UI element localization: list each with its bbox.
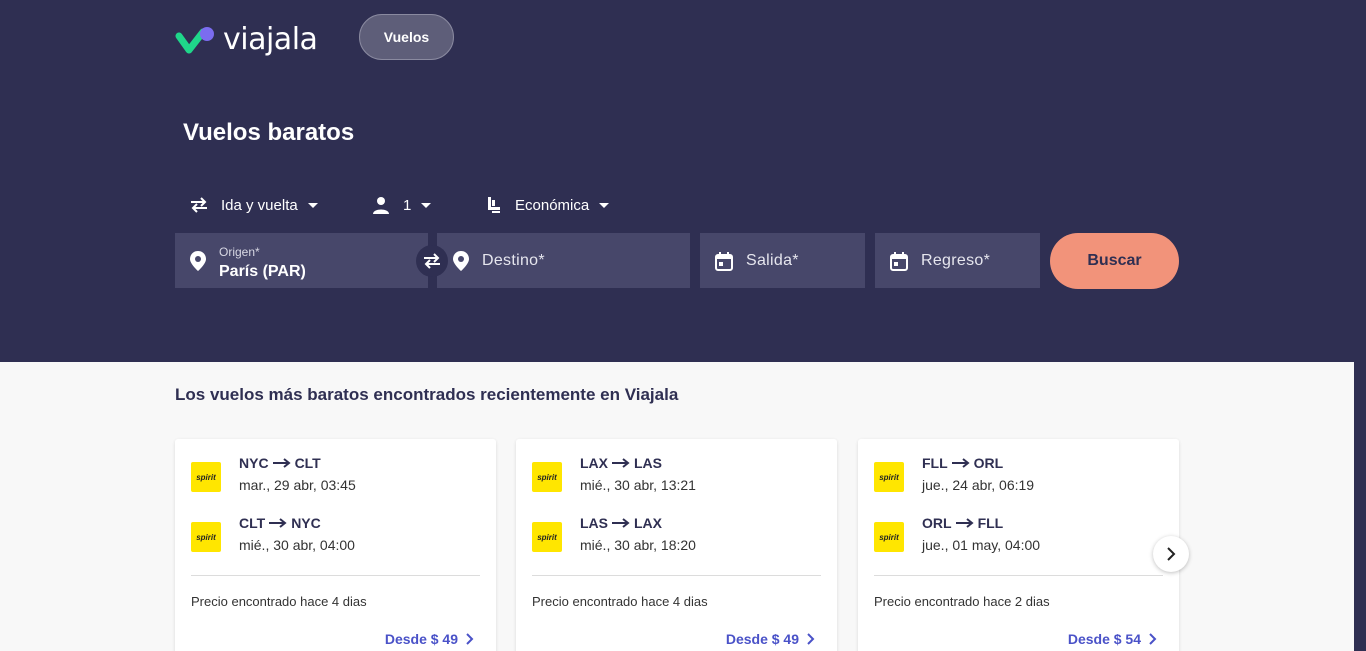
- flight-date: jue., 24 abr, 06:19: [922, 477, 1035, 493]
- deals-section-title: Los vuelos más baratos encontrados recie…: [175, 385, 679, 404]
- price-link[interactable]: Desde $ 49: [726, 631, 815, 647]
- chevron-right-icon: [1149, 633, 1157, 645]
- return-placeholder: Regreso*: [921, 251, 991, 269]
- route-origin: CLT: [239, 515, 266, 531]
- swap-arrows-icon: [424, 253, 440, 269]
- card-divider: [532, 575, 821, 576]
- route: LAX LAS: [580, 455, 696, 471]
- arrow-right-icon: [955, 515, 974, 531]
- flight-date: mié., 30 abr, 18:20: [580, 537, 696, 553]
- brand-logo[interactable]: viajala: [175, 22, 318, 57]
- person-icon: [371, 195, 391, 215]
- deal-card[interactable]: spirit LAX LAS mié., 30 abr, 13:21 spiri…: [516, 439, 837, 651]
- price-link[interactable]: Desde $ 54: [1068, 631, 1157, 647]
- location-pin-icon: [189, 250, 207, 272]
- route: FLL ORL: [922, 455, 1034, 471]
- flight-leg: spirit LAX LAS mié., 30 abr, 13:21: [532, 455, 696, 493]
- page-title: Vuelos baratos: [183, 119, 355, 146]
- route-destination: LAX: [634, 515, 662, 531]
- route: NYC CLT: [239, 455, 356, 471]
- airline-logo: spirit: [532, 522, 562, 552]
- route-destination: ORL: [973, 455, 1004, 471]
- price-value: Desde $ 49: [384, 631, 458, 647]
- price-found-time: Precio encontrado hace 2 dias: [874, 594, 1050, 609]
- swap-arrows-icon: [189, 196, 209, 214]
- cabin-dropdown[interactable]: Económica: [485, 192, 610, 218]
- price-found-time: Precio encontrado hace 4 dias: [532, 594, 708, 609]
- price-found-time: Precio encontrado hace 4 dias: [191, 594, 367, 609]
- flight-date: mié., 30 abr, 04:00: [239, 537, 355, 553]
- route-origin: LAS: [580, 515, 608, 531]
- passengers-count: 1: [403, 196, 412, 214]
- route-destination: CLT: [294, 455, 321, 471]
- arrow-right-icon: [269, 515, 287, 531]
- chevron-down-icon: [307, 202, 318, 208]
- airline-logo: spirit: [874, 462, 904, 492]
- nav-flights-button[interactable]: Vuelos: [359, 14, 454, 60]
- departure-date-field[interactable]: Salida*: [700, 233, 865, 288]
- swap-origin-destination-button[interactable]: [416, 245, 448, 277]
- brand-name: viajala: [223, 22, 318, 57]
- search-button[interactable]: Buscar: [1050, 233, 1179, 289]
- price-link[interactable]: Desde $ 49: [385, 631, 474, 647]
- chevron-right-icon: [807, 633, 815, 645]
- location-pin-icon: [452, 250, 470, 272]
- return-date-field[interactable]: Regreso*: [875, 233, 1040, 288]
- price-value: Desde $ 49: [725, 631, 799, 647]
- arrow-right-icon: [951, 455, 970, 471]
- chevron-down-icon: [599, 202, 610, 208]
- passengers-dropdown[interactable]: 1: [371, 192, 432, 218]
- chevron-right-icon: [1167, 547, 1176, 561]
- flight-date: mar., 29 abr, 03:45: [239, 477, 356, 493]
- calendar-icon: [714, 251, 734, 271]
- trip-type-dropdown[interactable]: Ida y vuelta: [189, 192, 318, 218]
- flight-leg: spirit ORL FLL jue., 01 may, 04:00: [874, 515, 1040, 553]
- cabin-label: Económica: [515, 196, 590, 214]
- flight-date: mié., 30 abr, 13:21: [580, 477, 696, 493]
- airline-logo: spirit: [191, 522, 221, 552]
- carousel-next-button[interactable]: [1153, 536, 1189, 572]
- deal-card[interactable]: spirit FLL ORL jue., 24 abr, 06:19 spiri…: [858, 439, 1179, 651]
- route-origin: FLL: [922, 455, 948, 471]
- card-divider: [191, 575, 480, 576]
- arrow-right-icon: [612, 515, 630, 531]
- destination-placeholder: Destino*: [482, 251, 545, 269]
- airline-logo: spirit: [532, 462, 562, 492]
- route-origin: ORL: [922, 515, 952, 531]
- arrow-right-icon: [272, 455, 291, 471]
- airline-logo: spirit: [874, 522, 904, 552]
- heart-logo-icon: [175, 26, 214, 53]
- flight-date: jue., 01 may, 04:00: [922, 537, 1041, 553]
- route-destination: LAS: [634, 455, 662, 471]
- flight-leg: spirit NYC CLT mar., 29 abr, 03:45: [191, 455, 356, 493]
- airline-logo: spirit: [191, 462, 221, 492]
- search-hero: viajala Vuelos Vuelos baratos Ida y vuel…: [0, 0, 1366, 362]
- route: LAS LAX: [580, 515, 696, 531]
- route: CLT NYC: [239, 515, 355, 531]
- route: ORL FLL: [922, 515, 1040, 531]
- flight-leg: spirit CLT NYC mié., 30 abr, 04:00: [191, 515, 355, 553]
- trip-type-label: Ida y vuelta: [221, 196, 298, 214]
- origin-label: Origen*: [219, 244, 260, 259]
- scrollbar[interactable]: [1354, 362, 1366, 651]
- flight-leg: spirit FLL ORL jue., 24 abr, 06:19: [874, 455, 1034, 493]
- origin-field[interactable]: Origen* París (PAR): [175, 233, 428, 288]
- chevron-right-icon: [466, 633, 474, 645]
- destination-field[interactable]: Destino*: [437, 233, 690, 288]
- arrow-right-icon: [612, 455, 630, 471]
- calendar-icon: [889, 251, 909, 271]
- departure-placeholder: Salida*: [746, 251, 799, 269]
- route-destination: FLL: [977, 515, 1004, 531]
- card-divider: [874, 575, 1163, 576]
- chevron-down-icon: [421, 202, 432, 208]
- origin-value: París (PAR): [219, 262, 306, 280]
- flight-leg: spirit LAS LAX mié., 30 abr, 18:20: [532, 515, 696, 553]
- deal-card[interactable]: spirit NYC CLT mar., 29 abr, 03:45 spiri…: [175, 439, 496, 651]
- route-origin: NYC: [239, 455, 269, 471]
- seat-icon: [485, 195, 503, 215]
- route-origin: LAX: [580, 455, 608, 471]
- price-value: Desde $ 54: [1067, 631, 1141, 647]
- route-destination: NYC: [291, 515, 321, 531]
